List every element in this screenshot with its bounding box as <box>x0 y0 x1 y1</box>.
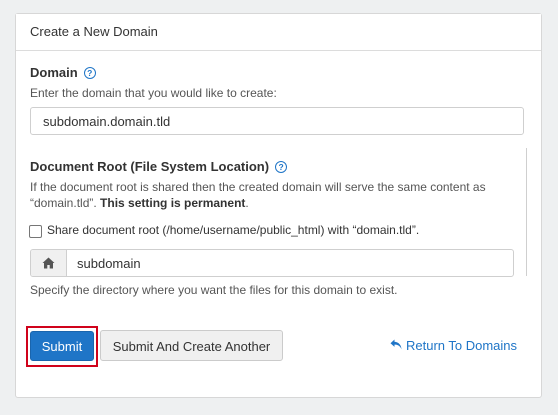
return-to-domains-label: Return To Domains <box>406 338 518 353</box>
docroot-help-line1: If the document root is shared then the … <box>30 180 486 194</box>
scroll-region-edge <box>526 148 527 276</box>
domain-help-text: Enter the domain that you would like to … <box>30 86 277 100</box>
panel-header: Create a New Domain <box>16 14 541 51</box>
docroot-label-row: Document Root (File System Location)? <box>30 159 288 174</box>
docroot-input-group <box>30 249 514 277</box>
share-docroot-label[interactable]: Share document root (/home/username/publ… <box>47 223 419 237</box>
domain-label-row: Domain? <box>30 65 96 80</box>
docroot-hint: Specify the directory where you want the… <box>30 283 398 297</box>
docroot-addon <box>31 250 67 276</box>
docroot-input[interactable] <box>67 250 513 276</box>
return-to-domains-link[interactable]: Return To Domains <box>390 338 517 353</box>
panel-title: Create a New Domain <box>30 24 158 39</box>
docroot-help-quoted: “domain.tld”. <box>30 196 101 210</box>
submit-button[interactable]: Submit <box>30 331 94 361</box>
docroot-help-end: . <box>245 196 249 210</box>
domain-label: Domain <box>30 65 78 80</box>
help-icon[interactable]: ? <box>275 161 288 173</box>
help-icon[interactable]: ? <box>83 67 96 79</box>
docroot-label: Document Root (File System Location) <box>30 159 270 174</box>
submit-and-create-another-button[interactable]: Submit And Create Another <box>100 330 283 361</box>
reply-icon <box>390 338 402 353</box>
docroot-help-line2: “domain.tld”. This setting is permanent. <box>30 196 249 210</box>
share-docroot-checkbox[interactable] <box>29 225 42 238</box>
domain-input[interactable] <box>30 107 524 135</box>
permanent-warning: This setting is permanent <box>100 196 246 210</box>
